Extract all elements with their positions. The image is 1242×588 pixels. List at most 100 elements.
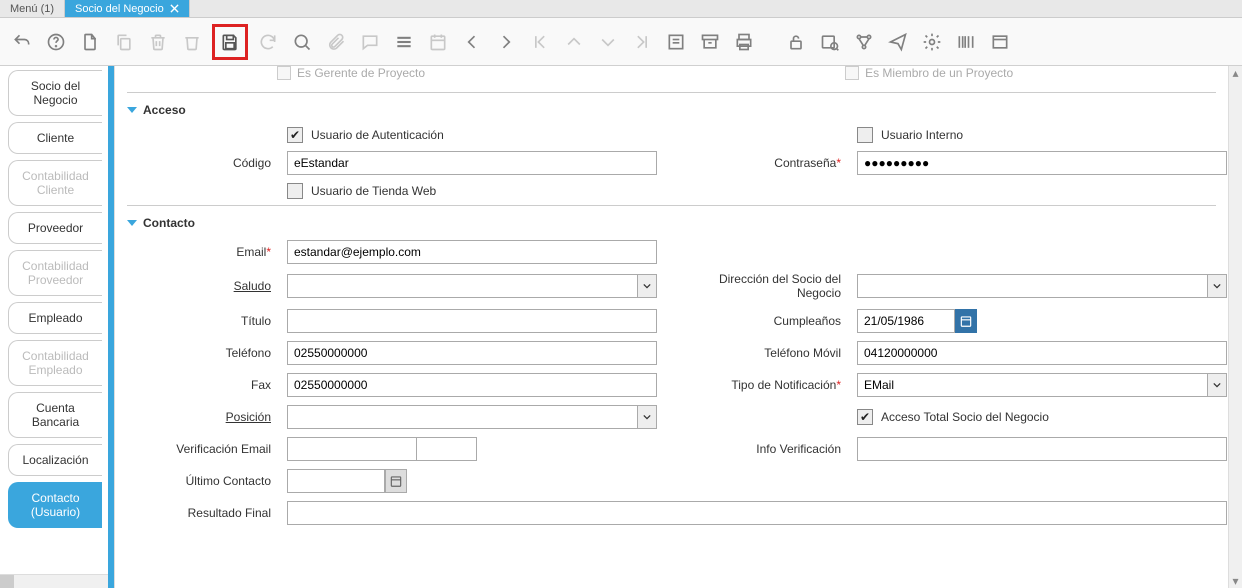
verif-email-label: Verificación Email — [127, 442, 277, 456]
save-icon[interactable] — [216, 28, 244, 56]
info-verif-field[interactable] — [857, 437, 1227, 461]
acceso-grid: Usuario de Autenticación Usuario Interno… — [127, 127, 1216, 199]
search-icon[interactable] — [288, 28, 316, 56]
sidebar-item-contacto[interactable]: Contacto (Usuario) — [8, 482, 102, 528]
chk-interno[interactable]: Usuario Interno — [857, 127, 1227, 143]
notif-field[interactable] — [857, 373, 1207, 397]
saludo-combo[interactable] — [287, 274, 657, 298]
sidebar-item-label: Localización — [22, 453, 88, 467]
posicion-field[interactable] — [287, 405, 637, 429]
verif-email-group — [287, 437, 657, 461]
chk-auth[interactable]: Usuario de Autenticación — [287, 127, 657, 143]
lock-icon[interactable] — [782, 28, 810, 56]
checkbox-icon[interactable] — [857, 409, 873, 425]
notif-combo[interactable] — [857, 373, 1227, 397]
ultimo-field[interactable] — [287, 469, 385, 493]
report-icon[interactable] — [662, 28, 690, 56]
calendar-icon[interactable] — [385, 469, 407, 493]
tab-menu-label: Menú (1) — [10, 3, 54, 15]
titulo-field[interactable] — [287, 309, 657, 333]
telefono-label: Teléfono — [127, 346, 277, 360]
sidebar-item-label: Contabilidad Proveedor — [22, 259, 89, 287]
sidebar-item-contab-empleado[interactable]: Contabilidad Empleado — [8, 340, 102, 386]
saludo-field[interactable] — [287, 274, 637, 298]
scroll-up-icon[interactable]: ▴ — [1229, 66, 1242, 80]
sidebar-item-localizacion[interactable]: Localización — [8, 444, 102, 476]
info-verif-label: Info Verificación — [667, 442, 847, 456]
telefono-field[interactable] — [287, 341, 657, 365]
archive-icon[interactable] — [696, 28, 724, 56]
zoom-across-icon[interactable] — [816, 28, 844, 56]
sidebar-item-cliente[interactable]: Cliente — [8, 122, 102, 154]
window-icon[interactable] — [986, 28, 1014, 56]
tab-bar: Menú (1) Socio del Negocio — [0, 0, 1242, 18]
checkbox-icon[interactable] — [287, 127, 303, 143]
codigo-field[interactable] — [287, 151, 657, 175]
gear-icon[interactable] — [918, 28, 946, 56]
sidebar-item-empleado[interactable]: Empleado — [8, 302, 102, 334]
vscrollbar[interactable]: ▴ ▾ — [1228, 66, 1242, 588]
sidebar-hscrollbar[interactable] — [0, 574, 108, 588]
rows-icon[interactable] — [390, 28, 418, 56]
sidebar-item-proveedor[interactable]: Proveedor — [8, 212, 102, 244]
calendar-icon[interactable] — [955, 309, 977, 333]
next-icon[interactable] — [492, 28, 520, 56]
fax-label: Fax — [127, 378, 277, 392]
fax-field[interactable] — [287, 373, 657, 397]
chk-label: Es Miembro de un Proyecto — [865, 66, 1013, 80]
prev-icon[interactable] — [458, 28, 486, 56]
tab-menu[interactable]: Menú (1) — [0, 0, 65, 17]
verif-email-field2[interactable] — [417, 437, 477, 461]
sidebar-item-contab-proveedor[interactable]: Contabilidad Proveedor — [8, 250, 102, 296]
chk-miembro[interactable]: Es Miembro de un Proyecto — [845, 66, 1013, 80]
sidebar-item-label: Cuenta Bancaria — [32, 401, 79, 429]
scroll-down-icon[interactable]: ▾ — [1229, 574, 1242, 588]
checkbox-icon[interactable] — [277, 66, 291, 80]
barcode-icon[interactable] — [952, 28, 980, 56]
workflow-icon[interactable] — [850, 28, 878, 56]
help-icon[interactable] — [42, 28, 70, 56]
chevron-down-icon[interactable] — [637, 405, 657, 429]
ultimo-date[interactable] — [287, 469, 407, 493]
print-icon[interactable] — [730, 28, 758, 56]
chk-label: Usuario de Tienda Web — [311, 184, 436, 198]
sidebar-item-socio[interactable]: Socio del Negocio — [8, 70, 102, 116]
chevron-down-icon[interactable] — [1207, 373, 1227, 397]
send-icon[interactable] — [884, 28, 912, 56]
undo-icon[interactable] — [8, 28, 36, 56]
collapse-triangle-icon — [127, 220, 137, 226]
section-header-acceso[interactable]: Acceso — [127, 103, 1216, 117]
sidebar-item-label: Contabilidad Empleado — [22, 349, 89, 377]
chk-acceso-total[interactable]: Acceso Total Socio del Negocio — [857, 409, 1227, 425]
section-header-contacto[interactable]: Contacto — [127, 216, 1216, 230]
chk-label: Es Gerente de Proyecto — [297, 66, 425, 80]
email-field[interactable] — [287, 240, 657, 264]
divider — [127, 205, 1216, 206]
resultado-field[interactable] — [287, 501, 1227, 525]
sidebar-item-cuenta[interactable]: Cuenta Bancaria — [8, 392, 102, 438]
close-icon[interactable] — [170, 4, 179, 13]
chevron-down-icon[interactable] — [1207, 274, 1227, 298]
titulo-label: Título — [127, 314, 277, 328]
tab-socio[interactable]: Socio del Negocio — [65, 0, 190, 17]
contrasena-field[interactable] — [857, 151, 1227, 175]
collapse-triangle-icon — [127, 107, 137, 113]
checkbox-icon[interactable] — [287, 183, 303, 199]
chevron-down-icon[interactable] — [637, 274, 657, 298]
cumple-date[interactable] — [857, 309, 977, 333]
verif-email-field1[interactable] — [287, 437, 417, 461]
direccion-combo[interactable] — [857, 274, 1227, 298]
new-icon[interactable] — [76, 28, 104, 56]
up-icon — [560, 28, 588, 56]
cumple-label: Cumpleaños — [667, 314, 847, 328]
chk-gerente[interactable]: Es Gerente de Proyecto — [277, 66, 425, 80]
sidebar-item-contab-cliente[interactable]: Contabilidad Cliente — [8, 160, 102, 206]
posicion-combo[interactable] — [287, 405, 657, 429]
checkbox-icon[interactable] — [845, 66, 859, 80]
chk-tienda[interactable]: Usuario de Tienda Web — [287, 183, 657, 199]
cumple-field[interactable] — [857, 309, 955, 333]
direccion-field[interactable] — [857, 274, 1207, 298]
checkbox-icon[interactable] — [857, 127, 873, 143]
movil-field[interactable] — [857, 341, 1227, 365]
email-label: Email* — [127, 245, 277, 259]
